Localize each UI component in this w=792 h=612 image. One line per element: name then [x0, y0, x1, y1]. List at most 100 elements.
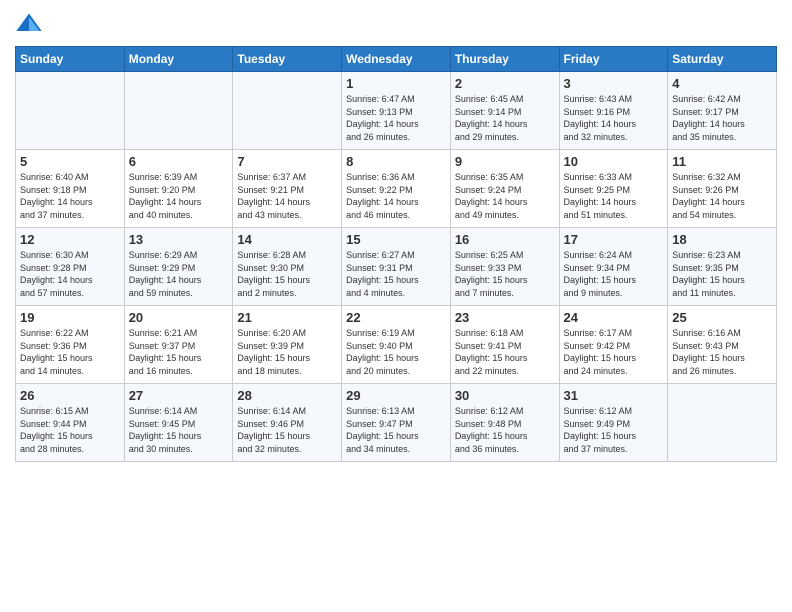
calendar-cell: 29 Sunrise: 6:13 AM Sunset: 9:47 PM Dayli…: [342, 384, 451, 462]
cell-info: Sunrise: 6:17 AM Sunset: 9:42 PM Dayligh…: [564, 327, 664, 377]
logo: [15, 10, 45, 38]
header-tuesday: Tuesday: [233, 47, 342, 72]
calendar-cell: 26 Sunrise: 6:15 AM Sunset: 9:44 PM Dayli…: [16, 384, 125, 462]
cell-info: Sunrise: 6:25 AM Sunset: 9:33 PM Dayligh…: [455, 249, 555, 299]
cell-info: Sunrise: 6:40 AM Sunset: 9:18 PM Dayligh…: [20, 171, 120, 221]
calendar-cell: 20 Sunrise: 6:21 AM Sunset: 9:37 PM Dayli…: [124, 306, 233, 384]
header-sunday: Sunday: [16, 47, 125, 72]
day-number: 12: [20, 232, 120, 247]
cell-info: Sunrise: 6:21 AM Sunset: 9:37 PM Dayligh…: [129, 327, 229, 377]
cell-info: Sunrise: 6:16 AM Sunset: 9:43 PM Dayligh…: [672, 327, 772, 377]
day-number: 20: [129, 310, 229, 325]
calendar-cell: 3 Sunrise: 6:43 AM Sunset: 9:16 PM Daylig…: [559, 72, 668, 150]
header-wednesday: Wednesday: [342, 47, 451, 72]
day-number: 19: [20, 310, 120, 325]
day-number: 1: [346, 76, 446, 91]
day-number: 5: [20, 154, 120, 169]
calendar-cell: 21 Sunrise: 6:20 AM Sunset: 9:39 PM Dayli…: [233, 306, 342, 384]
cell-info: Sunrise: 6:19 AM Sunset: 9:40 PM Dayligh…: [346, 327, 446, 377]
calendar-cell: [233, 72, 342, 150]
cell-info: Sunrise: 6:32 AM Sunset: 9:26 PM Dayligh…: [672, 171, 772, 221]
calendar-cell: [16, 72, 125, 150]
calendar-cell: 4 Sunrise: 6:42 AM Sunset: 9:17 PM Daylig…: [668, 72, 777, 150]
day-number: 6: [129, 154, 229, 169]
week-row-2: 12Sunrise: 6:30 AM Sunset: 9:28 PM Dayli…: [16, 228, 777, 306]
day-number: 18: [672, 232, 772, 247]
calendar-cell: 7Sunrise: 6:37 AM Sunset: 9:21 PM Daylig…: [233, 150, 342, 228]
cell-info: Sunrise: 6:39 AM Sunset: 9:20 PM Dayligh…: [129, 171, 229, 221]
day-number: 23: [455, 310, 555, 325]
calendar-cell: [668, 384, 777, 462]
header-friday: Friday: [559, 47, 668, 72]
cell-info: Sunrise: 6:24 AM Sunset: 9:34 PM Dayligh…: [564, 249, 664, 299]
day-number: 15: [346, 232, 446, 247]
cell-info: Sunrise: 6:18 AM Sunset: 9:41 PM Dayligh…: [455, 327, 555, 377]
day-number: 8: [346, 154, 446, 169]
calendar-cell: 19Sunrise: 6:22 AM Sunset: 9:36 PM Dayli…: [16, 306, 125, 384]
calendar-table: SundayMondayTuesdayWednesdayThursdayFrid…: [15, 46, 777, 462]
week-row-3: 19Sunrise: 6:22 AM Sunset: 9:36 PM Dayli…: [16, 306, 777, 384]
cell-info: Sunrise: 6:23 AM Sunset: 9:35 PM Dayligh…: [672, 249, 772, 299]
day-number: 4: [672, 76, 772, 91]
calendar-cell: 6 Sunrise: 6:39 AM Sunset: 9:20 PM Daylig…: [124, 150, 233, 228]
cell-info: Sunrise: 6:15 AM Sunset: 9:44 PM Dayligh…: [20, 405, 120, 455]
calendar-cell: 2Sunrise: 6:45 AM Sunset: 9:14 PM Daylig…: [450, 72, 559, 150]
cell-info: Sunrise: 6:28 AM Sunset: 9:30 PM Dayligh…: [237, 249, 337, 299]
week-row-4: 26 Sunrise: 6:15 AM Sunset: 9:44 PM Dayli…: [16, 384, 777, 462]
calendar-cell: 1 Sunrise: 6:47 AM Sunset: 9:13 PM Daylig…: [342, 72, 451, 150]
day-number: 26: [20, 388, 120, 403]
day-number: 30: [455, 388, 555, 403]
cell-info: Sunrise: 6:12 AM Sunset: 9:48 PM Dayligh…: [455, 405, 555, 455]
day-number: 24: [564, 310, 664, 325]
calendar-cell: 27 Sunrise: 6:14 AM Sunset: 9:45 PM Dayli…: [124, 384, 233, 462]
cell-info: Sunrise: 6:47 AM Sunset: 9:13 PM Dayligh…: [346, 93, 446, 143]
day-number: 25: [672, 310, 772, 325]
cell-info: Sunrise: 6:14 AM Sunset: 9:45 PM Dayligh…: [129, 405, 229, 455]
header-monday: Monday: [124, 47, 233, 72]
calendar-cell: 8 Sunrise: 6:36 AM Sunset: 9:22 PM Daylig…: [342, 150, 451, 228]
calendar-cell: 10 Sunrise: 6:33 AM Sunset: 9:25 PM Dayli…: [559, 150, 668, 228]
cell-info: Sunrise: 6:29 AM Sunset: 9:29 PM Dayligh…: [129, 249, 229, 299]
header-saturday: Saturday: [668, 47, 777, 72]
day-number: 11: [672, 154, 772, 169]
day-number: 10: [564, 154, 664, 169]
calendar-cell: 22 Sunrise: 6:19 AM Sunset: 9:40 PM Dayli…: [342, 306, 451, 384]
page: SundayMondayTuesdayWednesdayThursdayFrid…: [0, 0, 792, 612]
cell-info: Sunrise: 6:33 AM Sunset: 9:25 PM Dayligh…: [564, 171, 664, 221]
header-thursday: Thursday: [450, 47, 559, 72]
day-number: 13: [129, 232, 229, 247]
day-number: 22: [346, 310, 446, 325]
cell-info: Sunrise: 6:42 AM Sunset: 9:17 PM Dayligh…: [672, 93, 772, 143]
calendar-cell: 12Sunrise: 6:30 AM Sunset: 9:28 PM Dayli…: [16, 228, 125, 306]
day-number: 3: [564, 76, 664, 91]
week-row-1: 5 Sunrise: 6:40 AM Sunset: 9:18 PM Daylig…: [16, 150, 777, 228]
day-number: 27: [129, 388, 229, 403]
day-number: 31: [564, 388, 664, 403]
cell-info: Sunrise: 6:13 AM Sunset: 9:47 PM Dayligh…: [346, 405, 446, 455]
day-number: 21: [237, 310, 337, 325]
calendar-cell: 24 Sunrise: 6:17 AM Sunset: 9:42 PM Dayli…: [559, 306, 668, 384]
calendar-cell: 16 Sunrise: 6:25 AM Sunset: 9:33 PM Dayli…: [450, 228, 559, 306]
header: [15, 10, 777, 38]
day-number: 28: [237, 388, 337, 403]
day-number: 17: [564, 232, 664, 247]
logo-icon: [15, 10, 43, 38]
day-number: 29: [346, 388, 446, 403]
day-number: 7: [237, 154, 337, 169]
day-number: 14: [237, 232, 337, 247]
cell-info: Sunrise: 6:43 AM Sunset: 9:16 PM Dayligh…: [564, 93, 664, 143]
calendar-cell: 23 Sunrise: 6:18 AM Sunset: 9:41 PM Dayli…: [450, 306, 559, 384]
day-number: 16: [455, 232, 555, 247]
day-number: 9: [455, 154, 555, 169]
cell-info: Sunrise: 6:27 AM Sunset: 9:31 PM Dayligh…: [346, 249, 446, 299]
calendar-cell: 18 Sunrise: 6:23 AM Sunset: 9:35 PM Dayli…: [668, 228, 777, 306]
cell-info: Sunrise: 6:12 AM Sunset: 9:49 PM Dayligh…: [564, 405, 664, 455]
calendar-cell: 31 Sunrise: 6:12 AM Sunset: 9:49 PM Dayli…: [559, 384, 668, 462]
cell-info: Sunrise: 6:20 AM Sunset: 9:39 PM Dayligh…: [237, 327, 337, 377]
calendar-cell: 5 Sunrise: 6:40 AM Sunset: 9:18 PM Daylig…: [16, 150, 125, 228]
calendar-header-row: SundayMondayTuesdayWednesdayThursdayFrid…: [16, 47, 777, 72]
calendar-cell: 30 Sunrise: 6:12 AM Sunset: 9:48 PM Dayli…: [450, 384, 559, 462]
calendar-cell: 17 Sunrise: 6:24 AM Sunset: 9:34 PM Dayli…: [559, 228, 668, 306]
cell-info: Sunrise: 6:36 AM Sunset: 9:22 PM Dayligh…: [346, 171, 446, 221]
day-number: 2: [455, 76, 555, 91]
